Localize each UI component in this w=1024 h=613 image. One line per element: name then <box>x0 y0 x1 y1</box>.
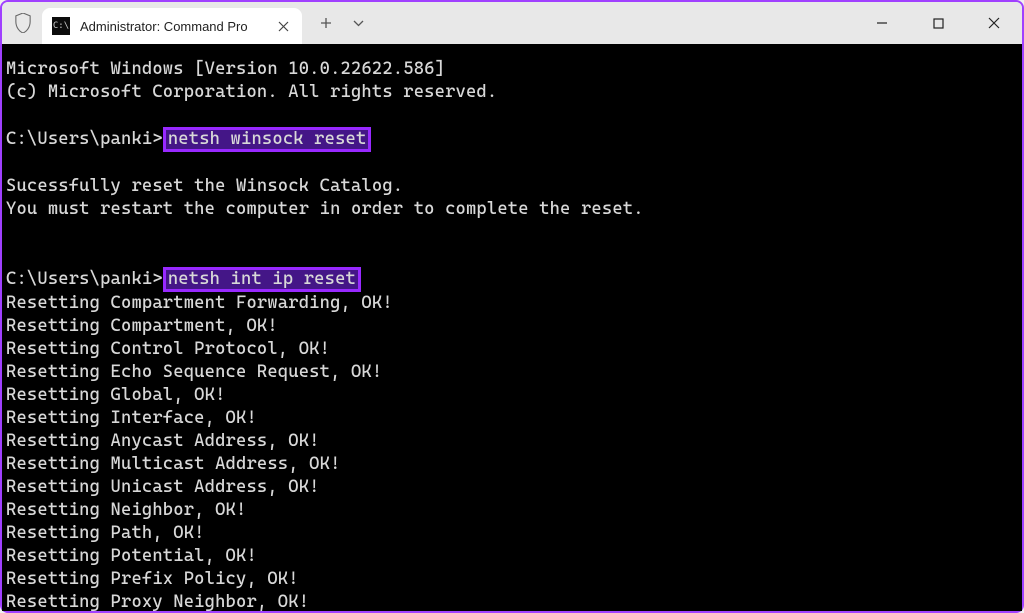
output-line: Resetting Unicast Address, OK! <box>6 477 320 497</box>
window-controls <box>854 2 1022 44</box>
maximize-button[interactable] <box>910 2 966 44</box>
tab-close-button[interactable] <box>274 17 292 35</box>
command-highlight: netsh winsock reset <box>163 127 372 152</box>
prompt-path: C:\Users\panki <box>6 269 152 289</box>
output-line: Resetting Prefix Policy, OK! <box>6 569 299 589</box>
output-line: Resetting Anycast Address, OK! <box>6 431 320 451</box>
output-line: Resetting Multicast Address, OK! <box>6 454 341 474</box>
output-line: Resetting Proxy Neighbor, OK! <box>6 592 309 611</box>
terminal-content[interactable]: Microsoft Windows [Version 10.0.22622.58… <box>2 44 1022 611</box>
output-line: Resetting Global, OK! <box>6 385 226 405</box>
prompt-symbol: > <box>152 129 162 149</box>
tab-dropdown-button[interactable] <box>342 7 374 39</box>
output-line: Resetting Interface, OK! <box>6 408 257 428</box>
output-line: You must restart the computer in order t… <box>6 199 644 219</box>
shield-icon <box>14 13 32 33</box>
command-prompt-icon: C:\ <box>52 17 70 35</box>
prompt-symbol: > <box>152 269 162 289</box>
new-tab-button[interactable] <box>310 7 342 39</box>
title-bar: C:\ Administrator: Command Pro <box>2 2 1022 44</box>
prompt-path: C:\Users\panki <box>6 129 152 149</box>
output-line: Resetting Neighbor, OK! <box>6 500 246 520</box>
output-line: Resetting Control Protocol, OK! <box>6 339 330 359</box>
tab-actions <box>310 7 374 39</box>
output-line: Resetting Path, OK! <box>6 523 205 543</box>
output-line: Resetting Echo Sequence Request, OK! <box>6 362 382 382</box>
close-button[interactable] <box>966 2 1022 44</box>
tab-title: Administrator: Command Pro <box>80 19 264 34</box>
minimize-button[interactable] <box>854 2 910 44</box>
output-line: Resetting Compartment Forwarding, OK! <box>6 293 393 313</box>
version-line: Microsoft Windows [Version 10.0.22622.58… <box>6 59 445 79</box>
output-line: Sucessfully reset the Winsock Catalog. <box>6 176 403 196</box>
copyright-line: (c) Microsoft Corporation. All rights re… <box>6 82 497 102</box>
command-highlight: netsh int ip reset <box>163 267 361 292</box>
output-line: Resetting Potential, OK! <box>6 546 257 566</box>
output-line: Resetting Compartment, OK! <box>6 316 278 336</box>
active-tab[interactable]: C:\ Administrator: Command Pro <box>42 8 302 44</box>
